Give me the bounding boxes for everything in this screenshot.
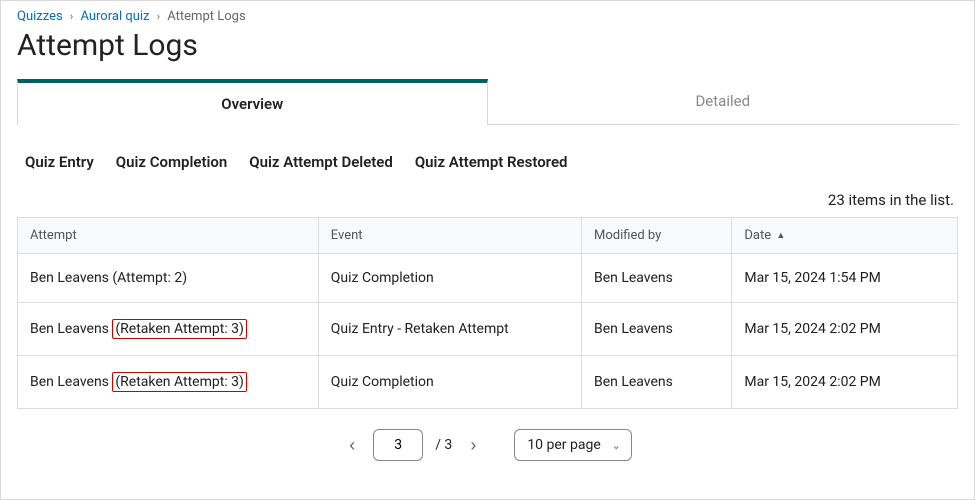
items-count: 23 items in the list. — [17, 191, 958, 209]
chevron-down-icon: ⌄ — [612, 439, 621, 452]
col-event[interactable]: Event — [318, 218, 581, 254]
cell-event: Quiz Entry - Retaken Attempt — [318, 303, 581, 356]
cell-attempt: Ben Leavens (Retaken Attempt: 3) — [18, 356, 319, 409]
cell-modified-by: Ben Leavens — [581, 254, 731, 303]
per-page-select[interactable]: 10 per page ⌄ — [514, 429, 631, 461]
cell-date: Mar 15, 2024 1:54 PM — [732, 254, 958, 303]
page-number-input[interactable] — [373, 429, 423, 461]
attempt-logs-table: Attempt Event Modified by Date ▲ Ben Lea… — [17, 217, 958, 409]
attempt-number: (Attempt: 2) — [112, 270, 187, 286]
breadcrumb: Quizzes › Auroral quiz › Attempt Logs — [17, 9, 958, 24]
pagination: ‹ / 3 › 10 per page ⌄ — [17, 429, 958, 461]
cell-event: Quiz Completion — [318, 254, 581, 303]
tab-bar: Overview Detailed — [17, 79, 958, 125]
filter-quiz-attempt-deleted[interactable]: Quiz Attempt Deleted — [249, 153, 393, 171]
breadcrumb-sep-icon: › — [157, 10, 160, 23]
attempt-number: (Retaken Attempt: 3) — [112, 319, 247, 339]
breadcrumb-sep-icon: › — [70, 10, 73, 23]
col-date[interactable]: Date ▲ — [732, 218, 958, 254]
attempt-number: (Retaken Attempt: 3) — [112, 372, 247, 392]
next-page-button[interactable]: › — [464, 431, 482, 460]
col-modified-by[interactable]: Modified by — [581, 218, 731, 254]
table-row: Ben Leavens (Attempt: 2)Quiz CompletionB… — [18, 254, 958, 303]
filter-row: Quiz Entry Quiz Completion Quiz Attempt … — [25, 153, 958, 171]
cell-modified-by: Ben Leavens — [581, 303, 731, 356]
filter-quiz-completion[interactable]: Quiz Completion — [116, 153, 227, 171]
table-row: Ben Leavens (Retaken Attempt: 3)Quiz Com… — [18, 356, 958, 409]
table-row: Ben Leavens (Retaken Attempt: 3)Quiz Ent… — [18, 303, 958, 356]
filter-quiz-attempt-restored[interactable]: Quiz Attempt Restored — [415, 153, 568, 171]
col-attempt[interactable]: Attempt — [18, 218, 319, 254]
cell-date: Mar 15, 2024 2:02 PM — [732, 303, 958, 356]
attempt-user: Ben Leavens — [30, 321, 112, 337]
cell-attempt: Ben Leavens (Attempt: 2) — [18, 254, 319, 303]
breadcrumb-root[interactable]: Quizzes — [17, 9, 63, 24]
cell-attempt: Ben Leavens (Retaken Attempt: 3) — [18, 303, 319, 356]
page-total: / 3 — [435, 437, 452, 453]
tab-detailed[interactable]: Detailed — [488, 79, 959, 124]
sort-asc-icon: ▲ — [776, 231, 785, 241]
cell-modified-by: Ben Leavens — [581, 356, 731, 409]
tab-overview[interactable]: Overview — [17, 79, 488, 125]
attempt-user: Ben Leavens — [30, 374, 112, 390]
chevron-right-icon: › — [470, 435, 476, 455]
filter-quiz-entry[interactable]: Quiz Entry — [25, 153, 94, 171]
attempt-user: Ben Leavens — [30, 270, 112, 286]
breadcrumb-current: Attempt Logs — [167, 9, 245, 24]
per-page-label: 10 per page — [527, 437, 600, 453]
col-date-label: Date — [744, 228, 771, 243]
cell-event: Quiz Completion — [318, 356, 581, 409]
page-title: Attempt Logs — [17, 28, 958, 63]
chevron-left-icon: ‹ — [349, 435, 355, 455]
cell-date: Mar 15, 2024 2:02 PM — [732, 356, 958, 409]
prev-page-button[interactable]: ‹ — [343, 431, 361, 460]
breadcrumb-parent[interactable]: Auroral quiz — [80, 9, 149, 24]
